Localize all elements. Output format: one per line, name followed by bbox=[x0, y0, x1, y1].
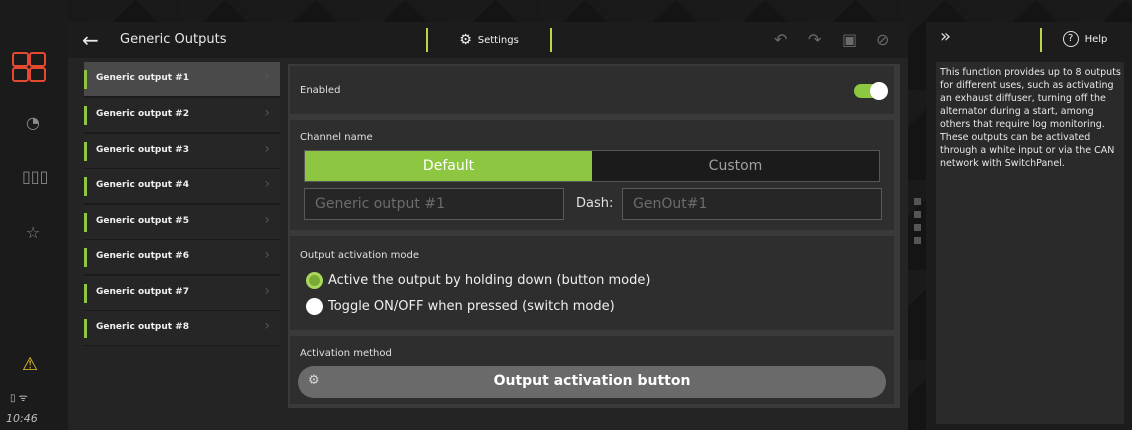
undo-icon[interactable]: ↶ bbox=[774, 30, 787, 49]
dashboard-gauge-icon[interactable]: ◔ bbox=[22, 112, 44, 134]
tab-help-label: Help bbox=[1084, 34, 1108, 45]
list-item[interactable]: Generic output #1 › bbox=[84, 62, 280, 97]
channel-name-label: Channel name bbox=[300, 132, 373, 143]
list-item[interactable]: Generic output #2 › bbox=[84, 98, 280, 133]
redo-icon[interactable]: ↷ bbox=[808, 30, 821, 49]
output-activation-button[interactable]: ⚙ Output activation button bbox=[298, 366, 886, 398]
radio-button-mode-label: Active the output by holding down (butto… bbox=[328, 273, 651, 288]
tab-settings[interactable]: ⚙ Settings bbox=[426, 28, 552, 52]
chevron-right-icon: › bbox=[264, 141, 270, 157]
enabled-toggle[interactable] bbox=[854, 82, 888, 100]
dash-label: Dash: bbox=[576, 196, 614, 211]
help-text: This function provides up to 8 outputs f… bbox=[940, 67, 1121, 169]
help-body: This function provides up to 8 outputs f… bbox=[936, 62, 1124, 424]
help-question-icon: ? bbox=[1062, 31, 1079, 47]
save-icon[interactable]: ▣ bbox=[842, 30, 857, 49]
top-bar: ← Generic Outputs ⚙ Settings ↶ ↷ ▣ ⊘ bbox=[68, 22, 908, 58]
settings-content: Enabled Channel name Default Custom Gene… bbox=[288, 64, 900, 408]
segment-custom[interactable]: Custom bbox=[592, 151, 879, 181]
dash-input[interactable]: GenOut#1 bbox=[622, 188, 882, 220]
output-activation-button-label: Output activation button bbox=[493, 373, 691, 389]
enabled-label: Enabled bbox=[300, 85, 341, 96]
list-item[interactable]: Generic output #6 › bbox=[84, 240, 280, 275]
back-arrow-icon[interactable]: ← bbox=[82, 28, 99, 52]
chevron-right-icon: › bbox=[264, 69, 270, 85]
panel-resize-handle[interactable] bbox=[914, 198, 922, 250]
tab-help[interactable]: ? Help bbox=[1040, 28, 1128, 52]
chevron-right-icon: › bbox=[264, 283, 270, 299]
list-item-label: Generic output #2 bbox=[96, 109, 189, 119]
activation-method-card: Activation method ⚙ Output activation bu… bbox=[290, 336, 894, 404]
activation-mode-label: Output activation mode bbox=[300, 250, 419, 261]
item-marker bbox=[84, 70, 87, 89]
gear-icon: ⚙ bbox=[459, 32, 472, 48]
item-marker bbox=[84, 106, 87, 125]
app-logo-icon[interactable] bbox=[12, 52, 46, 82]
list-item-label: Generic output #3 bbox=[96, 145, 189, 155]
cancel-icon[interactable]: ⊘ bbox=[876, 30, 889, 49]
collapse-double-chevron-icon[interactable]: » bbox=[940, 26, 951, 47]
app: ◔ ▯▯▯ ☆ ⚠ ▯ ᯤ 10:46 ← Generic Outputs ⚙ S… bbox=[0, 0, 1132, 430]
item-marker bbox=[84, 177, 87, 196]
channel-name-segmented: Default Custom bbox=[304, 150, 880, 182]
channel-name-card: Channel name Default Custom Generic outp… bbox=[290, 120, 894, 230]
list-item-label: Generic output #5 bbox=[96, 216, 189, 226]
status-icons: ▯ ᯤ bbox=[10, 393, 28, 404]
clock: 10:46 bbox=[6, 412, 38, 425]
favorites-star-icon[interactable]: ☆ bbox=[22, 222, 44, 244]
list-item-label: Generic output #1 bbox=[96, 73, 189, 83]
radio-switch-mode[interactable] bbox=[306, 298, 323, 315]
item-marker bbox=[84, 284, 87, 303]
chevron-right-icon: › bbox=[264, 176, 270, 192]
list-item-label: Generic output #6 bbox=[96, 251, 189, 261]
panels-icon[interactable]: ▯▯▯ bbox=[22, 166, 48, 188]
item-marker bbox=[84, 248, 87, 267]
chevron-right-icon: › bbox=[264, 318, 270, 334]
left-rail: ◔ ▯▯▯ ☆ ⚠ ▯ ᯤ 10:46 bbox=[0, 0, 68, 430]
chevron-right-icon: › bbox=[264, 105, 270, 121]
channel-name-input[interactable]: Generic output #1 bbox=[304, 188, 564, 220]
list-item-label: Generic output #8 bbox=[96, 322, 189, 332]
output-list: Generic output #1 › Generic output #2 › Ge… bbox=[84, 62, 280, 346]
list-item[interactable]: Generic output #4 › bbox=[84, 169, 280, 204]
list-item-label: Generic output #7 bbox=[96, 287, 189, 297]
item-marker bbox=[84, 142, 87, 161]
list-item[interactable]: Generic output #5 › bbox=[84, 205, 280, 240]
help-panel: » ? Help This function provides up to 8 o… bbox=[926, 22, 1132, 430]
radio-switch-mode-label: Toggle ON/OFF when pressed (switch mode) bbox=[328, 299, 615, 314]
list-item[interactable]: Generic output #7 › bbox=[84, 276, 280, 311]
list-item[interactable]: Generic output #3 › bbox=[84, 134, 280, 169]
radio-button-mode[interactable] bbox=[306, 272, 323, 289]
chevron-right-icon: › bbox=[264, 212, 270, 228]
enabled-card: Enabled bbox=[290, 66, 894, 114]
segment-default[interactable]: Default bbox=[305, 151, 592, 181]
activation-mode-card: Output activation mode Active the output… bbox=[290, 236, 894, 330]
toggle-knob bbox=[870, 82, 888, 100]
chevron-right-icon: › bbox=[264, 247, 270, 263]
tab-settings-label: Settings bbox=[477, 35, 519, 46]
list-item-label: Generic output #4 bbox=[96, 180, 189, 190]
item-marker bbox=[84, 213, 87, 232]
page-title: Generic Outputs bbox=[120, 32, 227, 47]
main-panel: ← Generic Outputs ⚙ Settings ↶ ↷ ▣ ⊘ Gene… bbox=[68, 22, 908, 430]
warning-icon[interactable]: ⚠ bbox=[22, 354, 38, 375]
item-marker bbox=[84, 319, 87, 338]
list-item[interactable]: Generic output #8 › bbox=[84, 311, 280, 346]
activation-method-label: Activation method bbox=[300, 348, 392, 359]
